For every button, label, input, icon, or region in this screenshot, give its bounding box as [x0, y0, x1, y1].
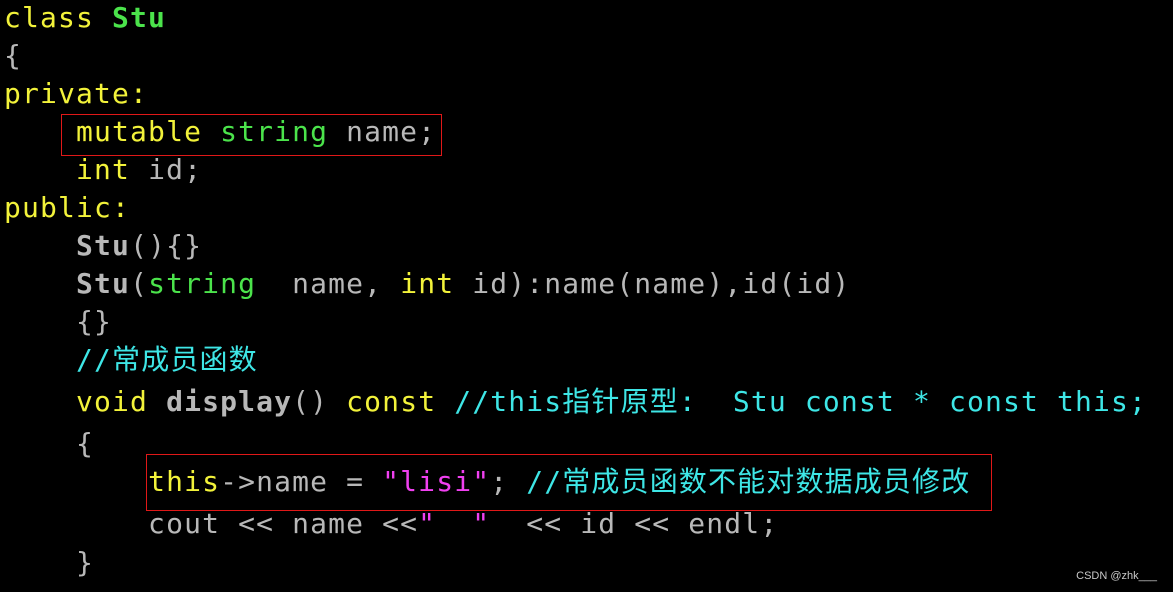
- code-token: id;: [148, 153, 203, 186]
- code-token: int: [76, 153, 149, 186]
- code-token: class: [4, 1, 113, 34]
- code-token: (){}: [130, 229, 203, 262]
- code-line: void display() const //this指针原型: Stu con…: [4, 384, 1147, 420]
- code-line: int id;: [4, 152, 202, 188]
- code-token: {: [4, 427, 95, 460]
- watermark: CSDN @zhk___: [1076, 570, 1157, 582]
- code-token: Stu: [76, 229, 131, 262]
- code-line: }: [4, 545, 94, 581]
- code-token: }: [4, 546, 95, 579]
- code-line: class Stu: [4, 0, 166, 36]
- code-line: //常成员函数: [4, 342, 258, 378]
- code-line: {: [4, 38, 22, 74]
- code-token: public:: [4, 191, 131, 224]
- code-line: {}: [4, 304, 112, 340]
- code-token: string: [148, 267, 257, 300]
- code-token: (): [292, 385, 347, 418]
- highlight-box-mutable-member: [61, 114, 442, 156]
- code-token: void: [76, 385, 167, 418]
- code-line: {: [4, 426, 94, 462]
- code-line: Stu(){}: [4, 228, 202, 264]
- highlight-box-const-violation: [146, 454, 992, 511]
- code-line: public:: [4, 190, 130, 226]
- code-line: Stu(string name, int id):name(name),id(i…: [4, 266, 850, 302]
- code-token: display: [166, 385, 293, 418]
- code-token: //this指针原型: Stu const * const this;: [454, 385, 1148, 418]
- code-token: const: [346, 385, 455, 418]
- code-token: Stu: [76, 267, 131, 300]
- code-token: Stu: [112, 1, 167, 34]
- code-token: cout << name <<: [4, 507, 419, 540]
- code-line: cout << name <<" " << id << endl;: [4, 506, 778, 542]
- code-token: //常成员函数: [76, 343, 258, 376]
- code-token: id):name(name),id(id): [472, 267, 851, 300]
- code-token: " ": [418, 507, 491, 540]
- code-token: int: [400, 267, 473, 300]
- code-token: << id << endl;: [490, 507, 779, 540]
- code-token: (: [130, 267, 149, 300]
- code-line: private:: [4, 76, 148, 112]
- code-token: {}: [4, 305, 113, 338]
- code-token: private:: [4, 77, 149, 110]
- code-token: {: [4, 39, 23, 72]
- code-token: name,: [256, 267, 401, 300]
